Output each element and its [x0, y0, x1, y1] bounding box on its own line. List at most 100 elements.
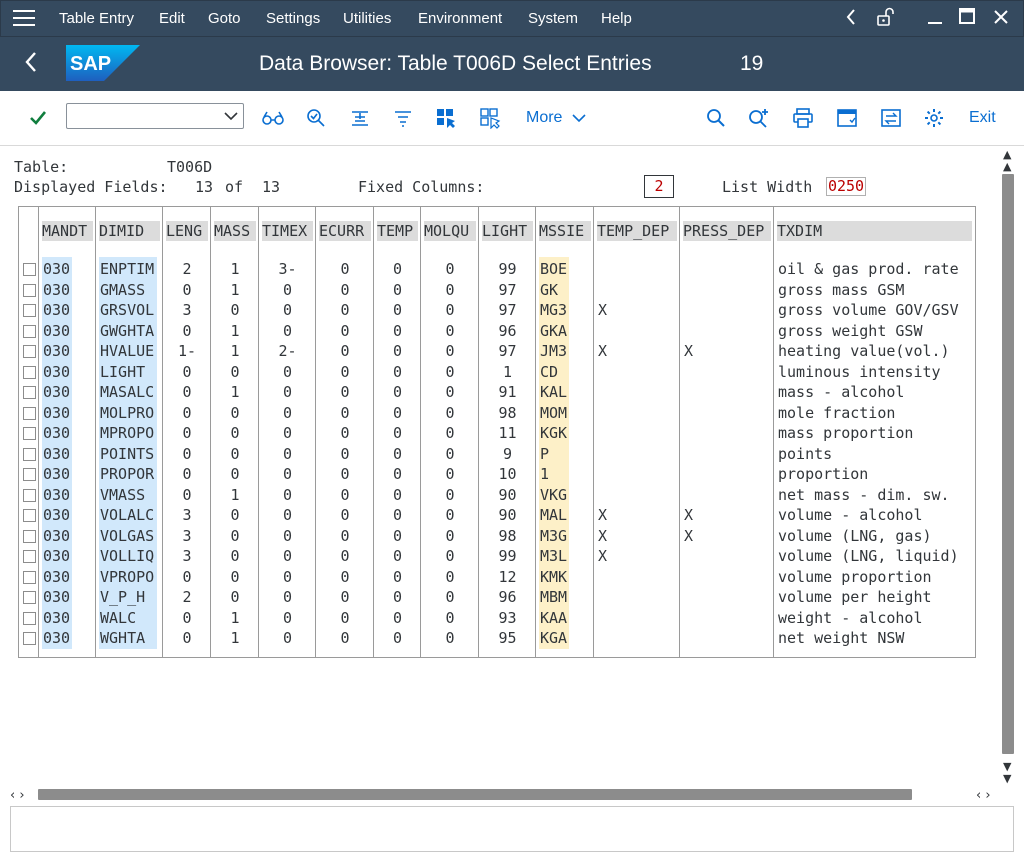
- menu-table-entry[interactable]: Table Entry: [59, 10, 134, 27]
- table-cell[interactable]: 030: [43, 259, 92, 279]
- table-cell[interactable]: 0: [425, 362, 475, 382]
- horizontal-scroll-thumb[interactable]: [38, 789, 912, 800]
- table-cell[interactable]: 93: [483, 608, 532, 628]
- table-cell[interactable]: 2: [167, 259, 207, 279]
- row-select-checkbox[interactable]: [23, 324, 36, 338]
- table-cell[interactable]: [684, 259, 770, 279]
- vertical-scrollbar[interactable]: ▲ ▲ ▼ ▼: [1000, 146, 1018, 786]
- search-next-icon[interactable]: [746, 105, 772, 131]
- table-cell[interactable]: 0: [320, 444, 370, 464]
- table-cell[interactable]: 0: [320, 321, 370, 341]
- column-header[interactable]: MOLQU: [424, 221, 476, 241]
- table-cell[interactable]: [598, 444, 676, 464]
- table-cell[interactable]: [684, 587, 770, 607]
- table-cell[interactable]: mass - alcohol: [778, 382, 971, 402]
- table-cell[interactable]: 0: [378, 464, 417, 484]
- table-cell[interactable]: GRSVOL: [100, 300, 159, 320]
- table-cell[interactable]: 0: [263, 546, 312, 566]
- table-cell[interactable]: 1: [215, 382, 255, 402]
- column-header[interactable]: MANDT: [42, 221, 93, 241]
- table-cell[interactable]: 1: [215, 485, 255, 505]
- table-cell[interactable]: [684, 546, 770, 566]
- table-cell[interactable]: 0: [378, 587, 417, 607]
- table-cell[interactable]: 0: [425, 567, 475, 587]
- search-icon[interactable]: [703, 105, 729, 131]
- table-cell[interactable]: 0: [215, 464, 255, 484]
- table-cell[interactable]: 98: [483, 403, 532, 423]
- column-header[interactable]: TEMP: [377, 221, 418, 241]
- table-cell[interactable]: MPROPO: [100, 423, 159, 443]
- table-cell[interactable]: M3G: [540, 526, 590, 546]
- table-cell[interactable]: 0: [425, 608, 475, 628]
- table-cell[interactable]: [598, 362, 676, 382]
- table-cell[interactable]: MBM: [540, 587, 590, 607]
- table-cell[interactable]: 030: [43, 485, 92, 505]
- table-cell[interactable]: volume per height: [778, 587, 971, 607]
- table-cell[interactable]: 0: [263, 567, 312, 587]
- table-cell[interactable]: 030: [43, 464, 92, 484]
- row-select-checkbox[interactable]: [23, 365, 36, 379]
- table-cell[interactable]: 030: [43, 587, 92, 607]
- command-field[interactable]: [66, 103, 244, 129]
- table-cell[interactable]: [598, 587, 676, 607]
- table-cell[interactable]: 0: [215, 546, 255, 566]
- table-cell[interactable]: X: [598, 526, 676, 546]
- table-cell[interactable]: GK: [540, 280, 590, 300]
- list-width-input[interactable]: 0250: [826, 177, 866, 196]
- table-cell[interactable]: 0: [320, 259, 370, 279]
- exit-button[interactable]: Exit: [969, 109, 996, 127]
- menu-utilities[interactable]: Utilities: [343, 10, 391, 27]
- table-cell[interactable]: 0: [425, 341, 475, 361]
- table-cell[interactable]: 96: [483, 587, 532, 607]
- table-cell[interactable]: 97: [483, 300, 532, 320]
- table-cell[interactable]: [684, 485, 770, 505]
- table-cell[interactable]: KGK: [540, 423, 590, 443]
- table-cell[interactable]: 030: [43, 444, 92, 464]
- table-cell[interactable]: 0: [320, 300, 370, 320]
- table-cell[interactable]: 1: [215, 321, 255, 341]
- table-cell[interactable]: 0: [378, 300, 417, 320]
- table-cell[interactable]: [684, 403, 770, 423]
- table-cell[interactable]: BOE: [540, 259, 590, 279]
- table-cell[interactable]: ENPTIM: [100, 259, 159, 279]
- table-cell[interactable]: volume - alcohol: [778, 505, 971, 525]
- table-cell[interactable]: 3: [167, 300, 207, 320]
- table-cell[interactable]: 3: [167, 526, 207, 546]
- table-cell[interactable]: heating value(vol.): [778, 341, 971, 361]
- table-cell[interactable]: 0: [215, 300, 255, 320]
- table-cell[interactable]: luminous intensity: [778, 362, 971, 382]
- table-cell[interactable]: 0: [378, 280, 417, 300]
- table-cell[interactable]: [598, 382, 676, 402]
- scroll-up-icon[interactable]: ▲: [1003, 160, 1011, 173]
- table-cell[interactable]: VKG: [540, 485, 590, 505]
- table-cell[interactable]: 1: [215, 280, 255, 300]
- table-cell[interactable]: 0: [215, 567, 255, 587]
- column-header[interactable]: ECURR: [319, 221, 371, 241]
- table-cell[interactable]: 0: [263, 362, 312, 382]
- table-cell[interactable]: 0: [378, 259, 417, 279]
- table-cell[interactable]: MAL: [540, 505, 590, 525]
- table-cell[interactable]: 90: [483, 485, 532, 505]
- row-select-checkbox[interactable]: [23, 632, 36, 645]
- switch-icon[interactable]: [878, 105, 904, 131]
- table-cell[interactable]: gross weight GSW: [778, 321, 971, 341]
- table-cell[interactable]: 1-: [167, 341, 207, 361]
- table-cell[interactable]: weight - alcohol: [778, 608, 971, 628]
- table-cell[interactable]: 0: [263, 628, 312, 648]
- row-select-checkbox[interactable]: [23, 406, 36, 420]
- table-cell[interactable]: 0: [378, 628, 417, 648]
- table-cell[interactable]: 91: [483, 382, 532, 402]
- table-cell[interactable]: 1: [215, 341, 255, 361]
- table-cell[interactable]: 0: [215, 423, 255, 443]
- maximize-icon[interactable]: [955, 7, 979, 31]
- checkmark-icon[interactable]: [25, 105, 51, 131]
- table-cell[interactable]: 0: [425, 259, 475, 279]
- table-cell[interactable]: 0: [320, 423, 370, 443]
- row-select-checkbox[interactable]: [23, 509, 36, 522]
- more-chevron-icon[interactable]: [566, 105, 592, 131]
- scroll-right-icon[interactable]: ‹ ›: [976, 788, 991, 803]
- table-cell[interactable]: [598, 485, 676, 505]
- table-cell[interactable]: M3L: [540, 546, 590, 566]
- scroll-left-icon[interactable]: ‹ ›: [10, 788, 25, 803]
- table-cell[interactable]: [684, 362, 770, 382]
